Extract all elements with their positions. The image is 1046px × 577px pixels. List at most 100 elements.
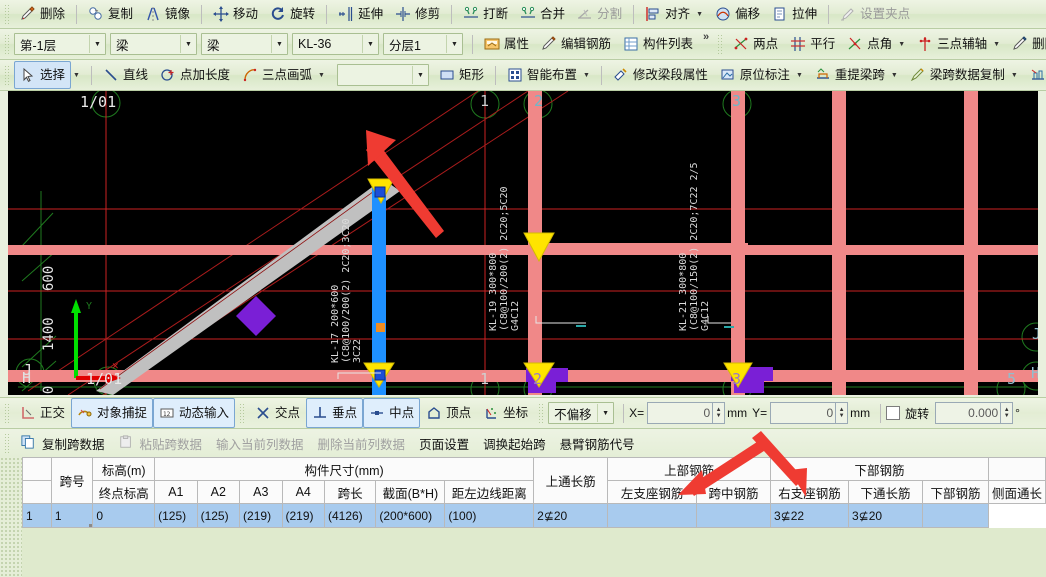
perpendicular-toggle[interactable]: 垂点 bbox=[306, 398, 364, 428]
copy-span-data-button[interactable]: 复制跨数据 bbox=[14, 432, 112, 455]
chevron-down-icon[interactable]: ▼ bbox=[1011, 72, 1018, 79]
cantilever-rebar-code-button[interactable]: 悬臂钢筋代号 bbox=[553, 432, 642, 455]
toolbar-grip[interactable] bbox=[239, 403, 247, 423]
row-number[interactable]: 1 bbox=[22, 503, 52, 528]
smart-layout-button[interactable]: 智能布置 ▼ bbox=[501, 61, 596, 89]
cell-left-support-rebar[interactable] bbox=[607, 503, 698, 528]
y-spinner[interactable]: ▲ ▼ bbox=[836, 402, 849, 424]
select-button[interactable]: 选择 bbox=[14, 61, 72, 89]
chevron-down-icon[interactable]: ▼ bbox=[271, 35, 287, 53]
two-point-button[interactable]: 两点 bbox=[727, 30, 784, 58]
header-top-through-rebar[interactable]: 上通长筋 bbox=[533, 457, 609, 504]
in-situ-annotation-button[interactable]: 原位标注 ▼ bbox=[714, 61, 809, 89]
three-point-arc-button[interactable]: 三点画弧 ▼ bbox=[236, 61, 331, 89]
header-mid-span-rebar[interactable]: 跨中钢筋 bbox=[696, 480, 771, 504]
merge-button[interactable]: 合并 bbox=[514, 0, 571, 28]
break-button[interactable]: 打断 bbox=[457, 0, 514, 28]
cell-right-support-rebar[interactable]: 3⊈22 bbox=[770, 503, 849, 528]
chevron-down-icon[interactable]: ▼ bbox=[696, 11, 703, 18]
vertex-toggle[interactable]: 顶点 bbox=[420, 398, 477, 428]
span-data-copy-button[interactable]: 梁跨数据复制 ▼ bbox=[904, 61, 1024, 89]
cell-a3[interactable]: (219) bbox=[239, 503, 283, 528]
cell-mid-span-rebar[interactable] bbox=[696, 503, 771, 528]
header-bottom-rebar[interactable]: 下部钢筋 bbox=[921, 480, 989, 504]
cell-span-length[interactable]: (4126) bbox=[323, 503, 377, 528]
component-list-button[interactable]: 构件列表 bbox=[617, 30, 699, 58]
cell-a2[interactable]: (125) bbox=[196, 503, 241, 528]
header-bottom-through-rebar[interactable]: 下通长筋 bbox=[848, 480, 923, 504]
component-type-combo[interactable]: 梁 ▼ bbox=[201, 33, 288, 55]
component-category-combo[interactable]: 梁 ▼ bbox=[110, 33, 197, 55]
align-button[interactable]: 对齐 ▼ bbox=[639, 0, 709, 28]
object-snap-toggle[interactable]: 对象捕捉 bbox=[71, 398, 154, 428]
spin-down-icon[interactable]: ▼ bbox=[716, 413, 722, 419]
point-plus-length-button[interactable]: 点加长度 bbox=[154, 61, 236, 89]
header-a2[interactable]: A2 bbox=[196, 480, 241, 504]
delete-axis-button[interactable]: 删除辅轴 bbox=[1006, 30, 1046, 58]
header-span-length[interactable]: 跨长 bbox=[323, 480, 377, 504]
swap-start-span-button[interactable]: 调换起始跨 bbox=[476, 432, 553, 455]
header-section[interactable]: 截面(B*H) bbox=[375, 480, 446, 504]
toolbar-grip[interactable] bbox=[4, 433, 11, 453]
properties-button[interactable]: 属性 bbox=[478, 30, 535, 58]
header-a3[interactable]: A3 bbox=[239, 480, 283, 504]
header-a4[interactable]: A4 bbox=[281, 480, 325, 504]
copy-button[interactable]: 复制 bbox=[82, 0, 139, 28]
move-button[interactable]: 移动 bbox=[207, 0, 264, 28]
chevron-down-icon[interactable]: ▼ bbox=[993, 41, 1000, 48]
trim-button[interactable]: 修剪 bbox=[389, 0, 446, 28]
header-left-support-rebar[interactable]: 左支座钢筋 bbox=[607, 480, 698, 504]
paste-span-data-button[interactable]: 粘贴跨数据 bbox=[112, 432, 210, 455]
cell-bottom-rebar[interactable] bbox=[921, 503, 989, 528]
rotate-input[interactable]: 0.000 bbox=[935, 402, 1002, 424]
toolbar-grip[interactable] bbox=[4, 65, 11, 85]
three-point-axis-button[interactable]: 三点辅轴 ▼ bbox=[911, 30, 1006, 58]
toolbar-grip[interactable] bbox=[538, 403, 546, 423]
toolbar-grip[interactable] bbox=[4, 34, 11, 54]
header-right-support-rebar[interactable]: 右支座钢筋 bbox=[770, 480, 849, 504]
cell-bottom-through-rebar[interactable]: 3⊈20 bbox=[848, 503, 923, 528]
toolbar-grip[interactable] bbox=[4, 4, 11, 24]
coordinate-toggle[interactable]: 坐标 bbox=[477, 398, 534, 428]
batch-recognize-support-button[interactable]: 批量识别梁支座 bbox=[1024, 61, 1046, 89]
chevron-down-icon[interactable]: ▼ bbox=[180, 35, 196, 53]
header-a1[interactable]: A1 bbox=[154, 480, 198, 504]
span-data-grid[interactable]: 跨号 标高(m) 构件尺寸(mm) 上通长筋 上部钢筋 下部钢筋 终点标高 A1… bbox=[22, 457, 1046, 577]
toolbar-grip[interactable] bbox=[4, 403, 11, 423]
chevron-down-icon[interactable]: ▼ bbox=[597, 404, 613, 422]
grip-point-button[interactable]: 设置夹点 bbox=[834, 0, 916, 28]
y-input[interactable]: 0 bbox=[770, 402, 837, 424]
toolbar-overflow-chevron[interactable]: » bbox=[703, 29, 709, 43]
midpoint-toggle[interactable]: 中点 bbox=[363, 398, 421, 428]
chevron-down-icon[interactable]: ▼ bbox=[318, 72, 325, 79]
chevron-down-icon[interactable]: ▼ bbox=[89, 35, 105, 53]
chevron-down-icon[interactable]: ▼ bbox=[898, 41, 905, 48]
layer-combo[interactable]: 分层1 ▼ bbox=[383, 33, 463, 55]
chevron-down-icon[interactable]: ▼ bbox=[891, 72, 898, 79]
header-left-edge-distance[interactable]: 距左边线距离 bbox=[444, 480, 535, 504]
cad-drawing[interactable]: Y ✕ 1/01 1/01 600 1400 600 J H 1 2 3 1 2… bbox=[8, 91, 1038, 395]
ortho-toggle[interactable]: 正交 bbox=[14, 398, 71, 428]
x-input[interactable]: 0 bbox=[647, 402, 714, 424]
delete-button[interactable]: 删除 bbox=[14, 0, 71, 28]
line-button[interactable]: 直线 bbox=[97, 61, 154, 89]
input-current-column-button[interactable]: 输入当前列数据 bbox=[209, 432, 311, 455]
cell-span-no[interactable]: 1 bbox=[50, 503, 94, 528]
rotate-spinner[interactable]: ▲ ▼ bbox=[1001, 402, 1014, 424]
offset-mode-combo[interactable]: 不偏移 ▼ bbox=[548, 402, 615, 424]
rectangle-button[interactable]: 矩形 bbox=[433, 61, 490, 89]
chevron-down-icon[interactable]: ▼ bbox=[411, 66, 428, 84]
offset-button[interactable]: 偏移 bbox=[709, 0, 766, 28]
cell-a1[interactable]: (125) bbox=[154, 503, 198, 528]
chevron-down-icon[interactable]: ▼ bbox=[796, 72, 803, 79]
page-setup-button[interactable]: 页面设置 bbox=[412, 432, 476, 455]
intersection-toggle[interactable]: 交点 bbox=[249, 398, 306, 428]
dynamic-input-toggle[interactable]: 12 动态输入 bbox=[153, 398, 236, 428]
header-span-no[interactable]: 跨号 bbox=[50, 457, 94, 504]
cell-section[interactable]: (200*600) bbox=[375, 503, 446, 528]
point-angle-button[interactable]: 点角 ▼ bbox=[841, 30, 911, 58]
stretch-button[interactable]: 拉伸 bbox=[766, 0, 823, 28]
re-extract-span-button[interactable]: 重提梁跨 ▼ bbox=[809, 61, 904, 89]
header-end-elevation[interactable]: 终点标高 bbox=[92, 480, 156, 504]
chevron-down-icon[interactable]: ▼ bbox=[583, 72, 590, 79]
